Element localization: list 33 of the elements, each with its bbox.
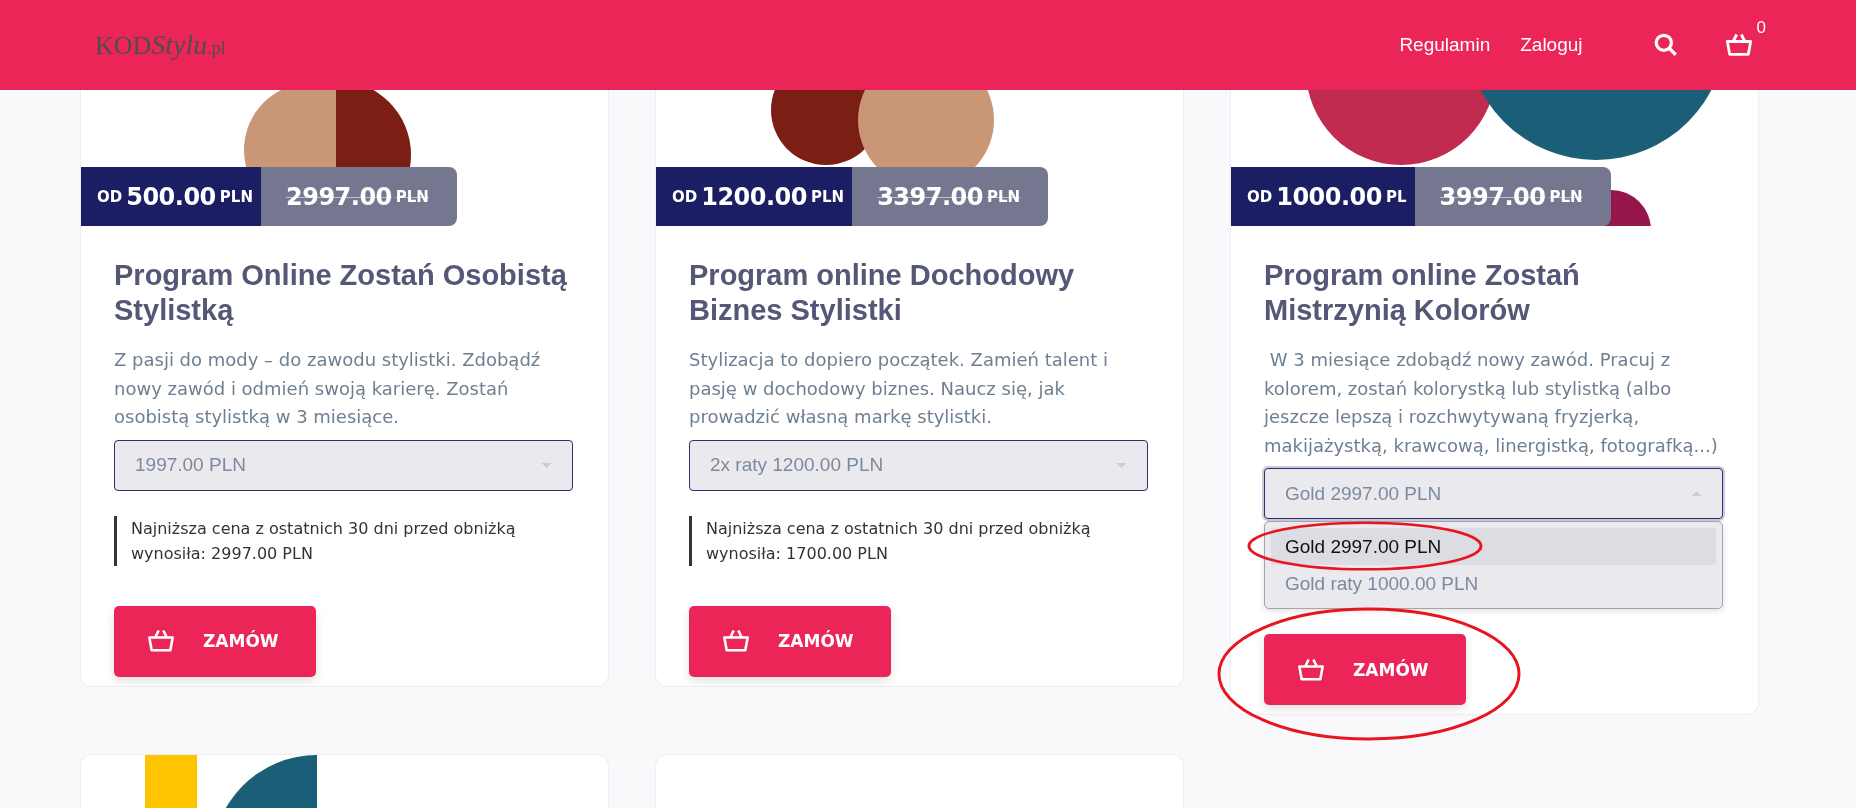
product-title: Program online Dochodowy Biznes Stylistki bbox=[689, 258, 1076, 328]
price-tag: OD 500.00 PLN bbox=[81, 167, 261, 226]
dropdown-option[interactable]: Gold 2997.00 PLN bbox=[1271, 528, 1716, 565]
order-button[interactable]: ZAMÓW bbox=[689, 605, 891, 677]
price-tag: OD 1200.00 PLN bbox=[656, 167, 853, 226]
dropdown-option[interactable]: Gold raty 1000.00 PLN bbox=[1271, 565, 1716, 602]
product-description: Stylizacja to dopiero początek. Zamień talent i pasję w dochodowy biznes. Naucz się, jak prowadzić własną markę stylistki. bbox=[689, 348, 1109, 429]
basket-icon bbox=[1297, 656, 1325, 683]
product-title: Program online Zostań Mistrzynią Kolorów bbox=[1264, 258, 1581, 328]
variant-select[interactable]: Gold 2997.00 PLN bbox=[1264, 468, 1723, 519]
old-price-tag: 3397.00 PLN bbox=[852, 167, 1049, 226]
nav-link[interactable]: Zaloguj bbox=[1520, 34, 1583, 56]
lowest-price-note: Najniższa cena z ostatnich 30 dni przed obniżką wynosiła: 1700.00 PLN bbox=[689, 515, 1148, 566]
nav-link[interactable]: Regulamin bbox=[1399, 34, 1491, 56]
basket-icon[interactable] bbox=[1724, 32, 1753, 58]
cart-count: 0 bbox=[1756, 18, 1766, 38]
basket-icon bbox=[147, 628, 175, 654]
product-title: Program Online Zostań Osobistą Stylistką bbox=[114, 258, 568, 328]
search-icon[interactable] bbox=[1652, 32, 1679, 58]
caret-icon bbox=[1116, 462, 1127, 468]
order-button[interactable]: ZAMÓW bbox=[1264, 634, 1466, 705]
order-button[interactable]: ZAMÓW bbox=[114, 605, 316, 677]
caret-icon bbox=[1691, 491, 1702, 496]
product-description: W 3 miesiące zdobądź nowy zawód. Pracuj z kolorem, zostań kolorystką lub stylistką (albo jeszcze lepszą i rozchwytywaną fryzjerką, makijażystką, krawcową, linergistką, fotografką...) bbox=[1264, 348, 1719, 458]
old-price-tag: 2997.00 PLN bbox=[261, 167, 457, 226]
old-price-tag: 3997.00 PLN bbox=[1414, 167, 1611, 226]
basket-icon bbox=[722, 628, 750, 654]
variant-select[interactable]: 2x raty 1200.00 PLN bbox=[689, 439, 1148, 491]
price-tag: OD 1000.00 PL bbox=[1231, 167, 1415, 226]
caret-icon bbox=[541, 462, 552, 468]
lowest-price-note: Najniższa cena z ostatnich 30 dni przed obniżką wynosiła: 2997.00 PLN bbox=[114, 515, 573, 566]
variant-select[interactable]: 1997.00 PLN bbox=[114, 439, 573, 491]
product-description: Z pasji do mody – do zawodu stylistki. Zdobądź nowy zawód i odmień swoją karierę. Zostań osobistą stylistką w 3 miesiące. bbox=[114, 348, 542, 429]
